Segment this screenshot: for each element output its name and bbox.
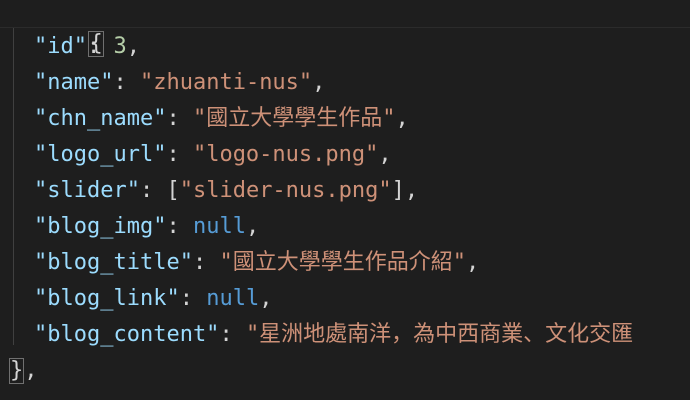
code-editor[interactable]: { "id": 3, "name": "zhuanti-nus", "chn_n… xyxy=(0,0,690,400)
colon: : xyxy=(113,70,140,95)
json-value-string: "國立大學學生作品介紹" xyxy=(219,250,466,275)
line-content: "name": "zhuanti-nus", xyxy=(34,65,325,101)
json-key: "blog_title" xyxy=(34,250,193,275)
line-content: "logo_url": "logo-nus.png", xyxy=(34,137,392,173)
json-value-string: "slider-nus.png" xyxy=(179,178,392,203)
line-content: "blog_link": null, xyxy=(34,281,272,317)
colon: : xyxy=(219,322,246,347)
json-value-string: "國立大學學生作品" xyxy=(192,106,396,131)
colon: : xyxy=(139,178,167,203)
json-key: "slider" xyxy=(34,178,140,203)
json-value-number: 3 xyxy=(113,34,127,59)
json-value-string: "logo-nus.png" xyxy=(192,142,379,167)
line-content: "chn_name": "國立大學學生作品", xyxy=(34,101,409,137)
colon: : xyxy=(166,106,193,131)
line-content: "blog_title": "國立大學學生作品介紹", xyxy=(34,245,479,281)
colon: : xyxy=(166,142,193,167)
comma: , xyxy=(404,178,419,203)
json-value-null: null xyxy=(192,214,246,239)
json-key: "logo_url" xyxy=(34,142,167,167)
json-key: "blog_link" xyxy=(34,286,180,311)
comma: , xyxy=(245,214,260,239)
comma: , xyxy=(395,106,409,131)
line-content: "id": 3, xyxy=(34,29,140,65)
code-line-id[interactable]: "id": 3, xyxy=(0,29,690,65)
comma: , xyxy=(126,34,140,59)
code-line-blog-title[interactable]: "blog_title": "國立大學學生作品介紹", xyxy=(0,245,690,281)
matching-bracket-close: } xyxy=(9,358,25,384)
colon: : xyxy=(166,214,193,239)
code-line-open-brace[interactable]: { xyxy=(0,0,690,57)
comma: , xyxy=(378,142,392,167)
colon: : xyxy=(179,286,207,311)
json-key: "chn_name" xyxy=(34,106,167,131)
colon: : xyxy=(192,250,220,275)
code-line-blog-link[interactable]: "blog_link": null, xyxy=(0,281,690,317)
comma: , xyxy=(24,358,38,383)
line-content: "blog_content": "星洲地處南洋，為中西商業、文化交匯 xyxy=(34,317,633,353)
code-line-blog-content[interactable]: "blog_content": "星洲地處南洋，為中西商業、文化交匯 xyxy=(0,317,690,353)
array-open-bracket: [ xyxy=(166,178,180,203)
json-key: "id" xyxy=(34,34,87,59)
line-content: }, xyxy=(9,353,38,389)
code-line-chn-name[interactable]: "chn_name": "國立大學學生作品", xyxy=(0,101,690,137)
comma: , xyxy=(465,250,480,275)
json-key: "blog_img" xyxy=(34,214,167,239)
json-value-string: "星洲地處南洋，為中西商業、文化交匯 xyxy=(245,322,634,347)
array-close-bracket: ] xyxy=(391,178,405,203)
json-key: "blog_content" xyxy=(34,322,220,347)
code-line-logo-url[interactable]: "logo_url": "logo-nus.png", xyxy=(0,137,690,173)
colon: : xyxy=(86,34,114,59)
comma: , xyxy=(312,70,326,95)
json-value-string: "zhuanti-nus" xyxy=(139,70,313,95)
line-content: "slider": ["slider-nus.png"], xyxy=(34,173,418,209)
code-line-close-brace[interactable]: }, xyxy=(0,353,690,389)
line-content: "blog_img": null, xyxy=(34,209,259,245)
code-line-slider[interactable]: "slider": ["slider-nus.png"], xyxy=(0,173,690,209)
code-line-blog-img[interactable]: "blog_img": null, xyxy=(0,209,690,245)
json-key: "name" xyxy=(34,70,114,95)
code-line-name[interactable]: "name": "zhuanti-nus", xyxy=(0,65,690,101)
comma: , xyxy=(259,286,273,311)
json-value-null: null xyxy=(206,286,260,311)
